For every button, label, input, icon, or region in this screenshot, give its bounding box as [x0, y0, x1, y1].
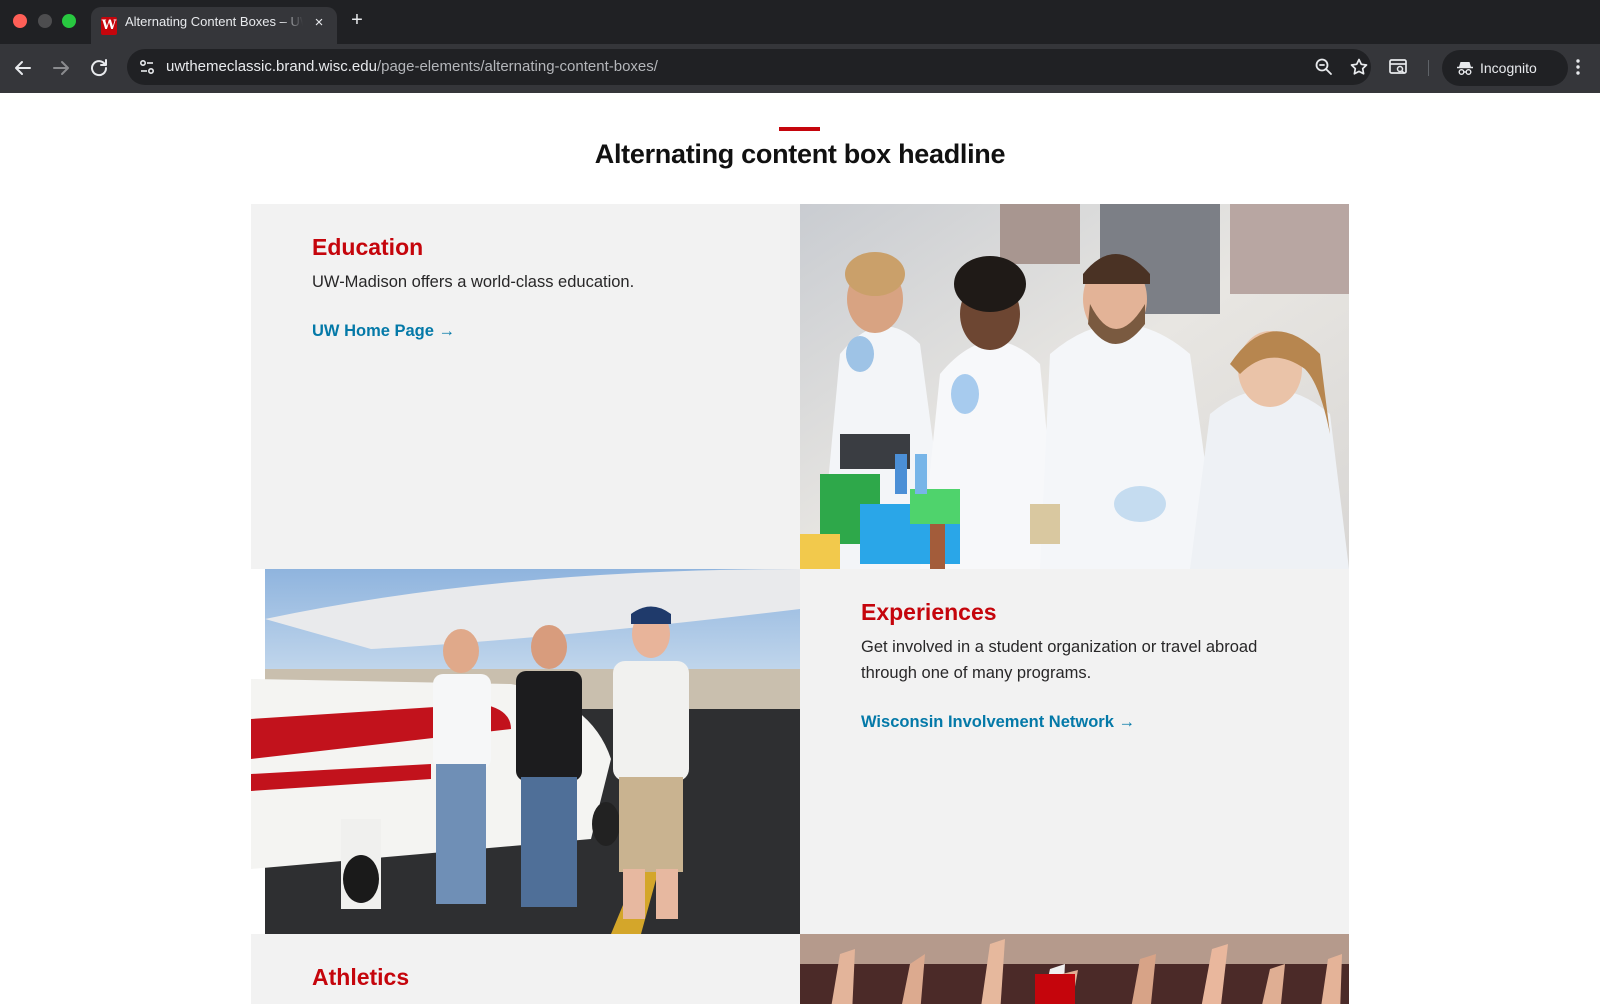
- address-bar[interactable]: uwthemeclassic.brand.wisc.edu/page-eleme…: [127, 49, 1371, 85]
- incognito-icon: [1456, 50, 1474, 99]
- browser-chrome: W Alternating Content Boxes – UW Theme C…: [0, 0, 1600, 93]
- incognito-label: Incognito: [1480, 60, 1537, 76]
- url-host: uwthemeclassic.brand.wisc.edu: [166, 58, 377, 75]
- reload-icon[interactable]: [86, 55, 112, 81]
- headline-accent-bar: [779, 127, 820, 131]
- experiences-body: Get involved in a student organization o…: [861, 638, 1258, 682]
- star-icon[interactable]: [1347, 55, 1371, 79]
- browser-toolbar: uwthemeclassic.brand.wisc.edu/page-eleme…: [0, 44, 1600, 93]
- maximize-window-button[interactable]: [62, 14, 76, 28]
- site-settings-icon[interactable]: [135, 55, 159, 79]
- education-body: UW-Madison offers a world-class educatio…: [312, 273, 635, 291]
- experiences-title: Experiences: [861, 599, 997, 625]
- tab-strip: W Alternating Content Boxes – UW Theme C…: [0, 0, 1600, 44]
- lab-students-image: [800, 204, 1349, 569]
- kebab-menu-icon[interactable]: [1568, 55, 1588, 79]
- wisconsin-involvement-network-link[interactable]: Wisconsin Involvement Network →: [861, 713, 1135, 732]
- tab-title: Alternating Content Boxes – UW Theme Cla…: [125, 14, 303, 29]
- athletics-content-box: Athletics: [251, 934, 800, 1004]
- athletics-title: Athletics: [312, 964, 410, 990]
- new-tab-button[interactable]: +: [346, 9, 368, 31]
- incognito-button[interactable]: Incognito: [1442, 50, 1568, 86]
- cast-search-icon[interactable]: [1386, 55, 1410, 79]
- uw-favicon-icon: W: [101, 17, 117, 35]
- education-title: Education: [312, 234, 424, 260]
- toolbar-divider: [1428, 60, 1429, 76]
- education-content-box: Education UW-Madison offers a world-clas…: [251, 204, 800, 569]
- close-window-button[interactable]: [13, 14, 27, 28]
- uw-home-page-link[interactable]: UW Home Page →: [312, 322, 455, 341]
- minimize-window-button[interactable]: [38, 14, 52, 28]
- crowd-cheering-image: [800, 934, 1349, 1004]
- close-tab-icon[interactable]: ×: [309, 13, 329, 33]
- url-text[interactable]: uwthemeclassic.brand.wisc.edu/page-eleme…: [166, 49, 658, 85]
- page-content: Alternating content box headline Educati…: [0, 93, 1600, 1004]
- zoom-icon[interactable]: [1312, 55, 1336, 79]
- forward-arrow-icon[interactable]: [48, 55, 74, 81]
- url-path: /page-elements/alternating-content-boxes…: [376, 58, 658, 75]
- page-headline: Alternating content box headline: [594, 139, 1006, 169]
- experiences-content-box: Experiences Get involved in a student or…: [800, 569, 1349, 934]
- airplane-students-image: [251, 569, 800, 934]
- back-arrow-icon[interactable]: [10, 55, 36, 81]
- active-tab[interactable]: W Alternating Content Boxes – UW Theme C…: [91, 7, 337, 44]
